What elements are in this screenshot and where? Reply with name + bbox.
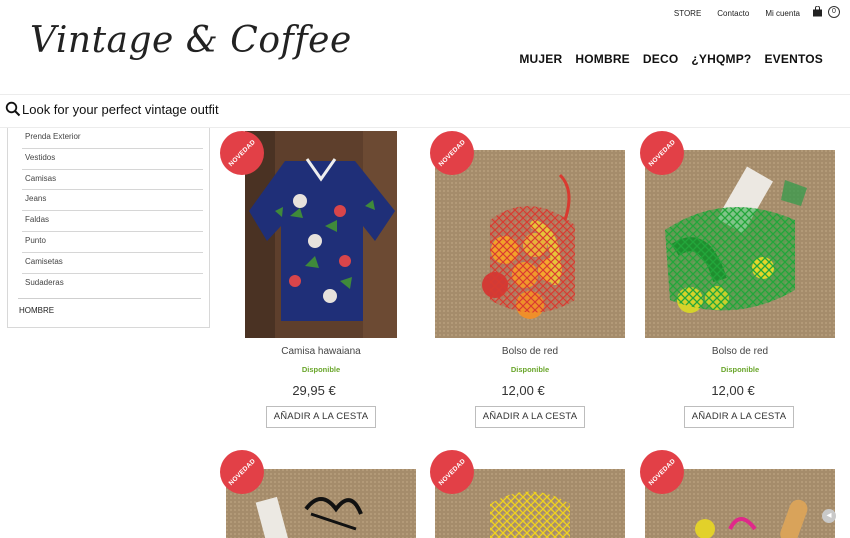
nav-item-eventos[interactable]: EVENTOS [764, 52, 823, 66]
category-sidebar: Prenda Exterior Vestidos Camisas Jeans F… [7, 128, 210, 328]
nav-item-yhqmp[interactable]: ¿YHQMP? [691, 52, 751, 66]
add-to-cart-button[interactable]: AÑADIR A LA CESTA [475, 406, 585, 428]
green-net-bag-photo [645, 150, 835, 338]
nav-item-mujer[interactable]: MUJER [519, 52, 562, 66]
site-header: Vintage & Coffee STORE Contacto Mi cuent… [0, 0, 850, 95]
add-to-cart-button[interactable]: AÑADIR A LA CESTA [266, 406, 376, 428]
product-image[interactable] [245, 131, 397, 338]
red-net-bag-photo [435, 150, 625, 338]
product-name[interactable]: Camisa hawaiana [221, 346, 421, 357]
search-icon[interactable] [5, 101, 21, 117]
top-link-store[interactable]: STORE [674, 9, 701, 18]
site-logo[interactable]: Vintage & Coffee [30, 20, 352, 61]
top-link-contacto[interactable]: Contacto [717, 9, 749, 18]
cart-count-badge[interactable]: 0 [828, 6, 840, 18]
product-image[interactable] [645, 150, 835, 338]
availability-label: Disponible [301, 365, 341, 374]
hawaiian-shirt-photo [245, 131, 397, 338]
product-price: 29,95 € [292, 383, 336, 398]
sidebar-item-faldas[interactable]: Faldas [22, 211, 203, 232]
main-nav: MUJER HOMBRE DECO ¿YHQMP? EVENTOS [519, 52, 823, 66]
sidebar-item-camisetas[interactable]: Camisetas [22, 253, 203, 274]
product-image[interactable] [435, 150, 625, 338]
search-bar[interactable]: Look for your perfect vintage outfit [0, 96, 850, 128]
sidebar-item-hombre[interactable]: HOMBRE [19, 306, 54, 315]
product-price: 12,00 € [711, 383, 755, 398]
sidebar-item-jeans[interactable]: Jeans [22, 190, 203, 212]
top-link-mi-cuenta[interactable]: Mi cuenta [765, 9, 800, 18]
nav-item-hombre[interactable]: HOMBRE [575, 52, 630, 66]
sidebar-item-sudaderas[interactable]: Sudaderas [22, 274, 203, 295]
product-price: 12,00 € [501, 383, 545, 398]
top-links: STORE Contacto Mi cuenta [674, 9, 800, 18]
availability-label: Disponible [510, 365, 550, 374]
product-name[interactable]: Bolso de red [430, 346, 630, 357]
sidebar-item-camisas[interactable]: Camisas [22, 170, 203, 191]
availability-label: Disponible [720, 365, 760, 374]
scroll-arrow-icon[interactable]: ◂ [822, 509, 836, 523]
nav-item-deco[interactable]: DECO [643, 52, 678, 66]
sidebar-item-prenda-exterior[interactable]: Prenda Exterior [22, 128, 203, 149]
product-name[interactable]: Bolso de red [640, 346, 840, 357]
search-prompt[interactable]: Look for your perfect vintage outfit [22, 102, 219, 117]
subcategory-list: Prenda Exterior Vestidos Camisas Jeans F… [22, 128, 203, 294]
add-to-cart-button[interactable]: AÑADIR A LA CESTA [684, 406, 794, 428]
shopping-bag-icon[interactable] [812, 6, 823, 17]
sidebar-item-punto[interactable]: Punto [22, 232, 203, 253]
sidebar-item-vestidos[interactable]: Vestidos [22, 149, 203, 170]
sidebar-divider [18, 298, 201, 299]
